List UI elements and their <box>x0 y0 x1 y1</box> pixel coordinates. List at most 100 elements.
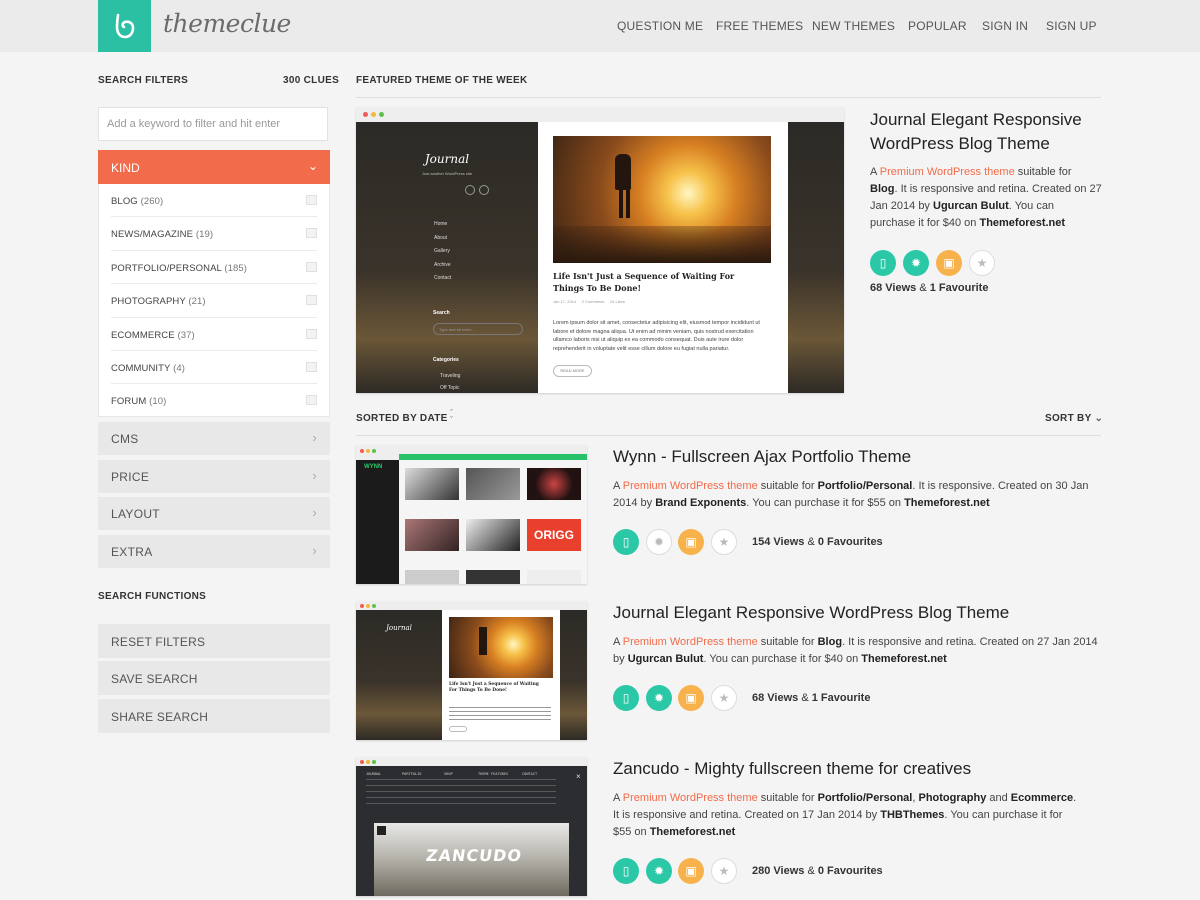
kind-item-label: PORTFOLIO/PERSONAL <box>111 262 222 274</box>
views-count: 68 Views <box>870 282 917 294</box>
preview-post-meta: Jan 17, 2014 2 Comments 24 Likes <box>553 299 625 304</box>
filter-cms[interactable]: CMS › <box>98 422 330 455</box>
favourite-star-icon[interactable]: ★ <box>711 685 737 711</box>
views-count: 154 Views <box>752 536 805 548</box>
filter-layout[interactable]: LAYOUT › <box>98 497 330 530</box>
theme-title-journal[interactable]: Journal Elegant Responsive WordPress Blo… <box>613 601 1009 625</box>
kind-item-news-magazine[interactable]: NEWS/MAGAZINE (19) <box>111 217 317 251</box>
favourites-count: 0 Favourites <box>817 536 883 548</box>
kind-checkbox[interactable] <box>306 361 317 372</box>
reset-filters-button[interactable]: RESET FILTERS <box>98 624 330 658</box>
kind-item-label: ECOMMERCE <box>111 329 175 341</box>
kind-checkbox[interactable] <box>306 228 317 239</box>
theme-thumbnail-wynn[interactable]: WYNN ORIGG <box>356 445 587 584</box>
author-link[interactable]: Ugurcan Bulut <box>933 200 1009 212</box>
premium-theme-link[interactable]: Premium WordPress theme <box>623 480 758 492</box>
favourite-star-icon[interactable]: ★ <box>711 858 737 884</box>
store-link[interactable]: Themeforest.net <box>979 217 1065 229</box>
nav-sign-up[interactable]: SIGN UP <box>1046 19 1097 33</box>
logo[interactable] <box>98 0 151 52</box>
kind-filter-header[interactable]: KIND ⌄ <box>98 150 330 184</box>
favourites-count: 0 Favourites <box>817 865 883 877</box>
nav-free-themes[interactable]: FREE THEMES <box>716 19 803 33</box>
preview-search-field: Type and hit enter... <box>433 323 523 335</box>
browser-bar <box>356 601 587 610</box>
thumb-post-title: Life Isn't Just a Sequence of Waiting Fo… <box>449 682 539 693</box>
kind-checkbox[interactable] <box>306 195 317 205</box>
desc-text: A <box>613 792 623 804</box>
favourite-star-icon[interactable]: ★ <box>711 529 737 555</box>
preview-category: Traveling <box>440 373 461 379</box>
thumb-hiker <box>479 627 487 655</box>
author-link[interactable]: Ugurcan Bulut <box>628 653 704 665</box>
nav-popular[interactable]: POPULAR <box>908 19 967 33</box>
keyword-search-input[interactable] <box>98 107 328 141</box>
nav-new-themes[interactable]: NEW THEMES <box>812 19 895 33</box>
kind-item-forum[interactable]: FORUM (10) <box>111 384 317 417</box>
kind-item-count: (19) <box>195 229 214 241</box>
filter-label: EXTRA <box>111 545 153 559</box>
theme-stats: 68 Views & 1 Favourite <box>752 692 870 704</box>
theme-title-zancudo[interactable]: Zancudo - Mighty fullscreen theme for cr… <box>613 757 971 781</box>
thumb-tile <box>405 519 459 551</box>
feature-icons: ▯ ✹ ▣ ★ <box>613 858 743 884</box>
author-link[interactable]: Brand Exponents <box>655 497 746 509</box>
thumb-logo: Journal <box>386 624 412 632</box>
kind-checkbox[interactable] <box>306 261 317 272</box>
close-icon: × <box>576 772 581 781</box>
kind-item-portfolio-personal[interactable]: PORTFOLIO/PERSONAL (185) <box>111 251 317 285</box>
save-search-button[interactable]: SAVE SEARCH <box>98 661 330 695</box>
kind-text: Portfolio/Personal <box>817 480 913 492</box>
nav-question-me[interactable]: QUESTION ME <box>617 19 703 33</box>
sort-by-dropdown[interactable]: SORT BY ⌄ <box>1045 413 1103 424</box>
chevron-down-icon: ⌄ <box>1094 413 1104 424</box>
stats-separator: & <box>801 692 809 704</box>
preview-sidebar: Journal Just another WordPress site Home… <box>356 122 538 393</box>
featured-title[interactable]: Journal Elegant Responsive WordPress Blo… <box>870 108 1100 156</box>
kind-item-count: (21) <box>188 296 206 308</box>
chevron-right-icon: › <box>312 505 317 520</box>
browser-bar <box>356 107 844 122</box>
kind-filter-list: BLOG (260) NEWS/MAGAZINE (19) PORTFOLIO/… <box>98 184 330 417</box>
theme-thumbnail-zancudo[interactable]: JOURNAL PORTFOLIO SHOP THEME FEATURES CO… <box>356 757 587 896</box>
kind-checkbox[interactable] <box>306 328 317 339</box>
favourite-star-icon[interactable]: ★ <box>969 250 995 276</box>
brand-name[interactable]: themeclue <box>163 9 291 38</box>
kind-checkbox[interactable] <box>306 395 317 406</box>
preview-hero-image <box>553 136 771 263</box>
chevron-right-icon: › <box>312 430 317 445</box>
preview-post-title: Life Isn't Just a Sequence of Waiting Fo… <box>553 271 735 293</box>
thumb-brand-mark <box>377 826 386 835</box>
share-search-button[interactable]: SHARE SEARCH <box>98 699 330 733</box>
theme-title-wynn[interactable]: Wynn - Fullscreen Ajax Portfolio Theme <box>613 445 911 469</box>
kind-item-count: (260) <box>140 196 164 207</box>
store-link[interactable]: Themeforest.net <box>861 653 947 665</box>
store-link[interactable]: Themeforest.net <box>904 497 990 509</box>
store-link[interactable]: Themeforest.net <box>650 826 736 838</box>
kind-item-label: FORUM <box>111 396 147 408</box>
preview-logo: Journal <box>424 152 470 166</box>
retina-icon: ✹ <box>646 858 672 884</box>
sort-toggle-icon[interactable]: ˆˇ <box>450 409 453 425</box>
kind-item-community[interactable]: COMMUNITY (4) <box>111 351 317 385</box>
kind-checkbox[interactable] <box>306 295 317 306</box>
browser-bar <box>356 757 587 766</box>
kind-item-blog[interactable]: BLOG (260) <box>111 184 317 218</box>
featured-preview-image[interactable]: Journal Just another WordPress site Home… <box>356 107 844 393</box>
responsive-icon: ▯ <box>870 250 896 276</box>
theme-thumbnail-journal[interactable]: Journal Life Isn't Just a Sequence of Wa… <box>356 601 587 740</box>
filter-extra[interactable]: EXTRA › <box>98 535 330 568</box>
kind-item-ecommerce[interactable]: ECOMMERCE (37) <box>111 318 317 351</box>
kind-item-photography[interactable]: PHOTOGRAPHY (21) <box>111 284 317 318</box>
filter-price[interactable]: PRICE › <box>98 460 330 493</box>
desc-text: . You can purchase it for $55 on <box>746 497 905 509</box>
premium-theme-link[interactable]: Premium WordPress theme <box>623 636 758 648</box>
thumb-menu-item: JOURNAL <box>366 772 382 776</box>
premium-theme-link[interactable]: Premium WordPress theme <box>623 792 758 804</box>
thumb-menu-item: PORTFOLIO <box>402 772 422 776</box>
author-link[interactable]: THBThemes <box>880 809 944 821</box>
premium-theme-link[interactable]: Premium WordPress theme <box>880 166 1015 178</box>
thumb-logo: WYNN <box>364 464 383 470</box>
nav-sign-in[interactable]: SIGN IN <box>982 19 1028 33</box>
preview-category: Off Topic <box>440 385 460 391</box>
